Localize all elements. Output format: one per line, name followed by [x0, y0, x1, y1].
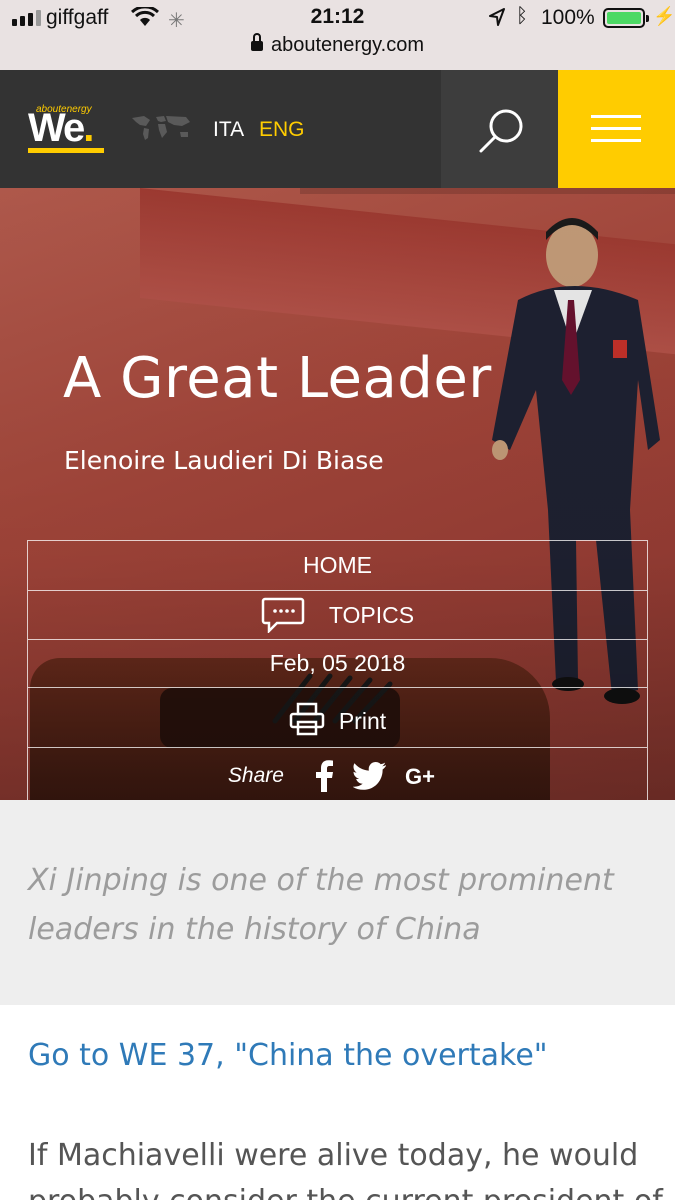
chat-icon	[261, 597, 305, 633]
article-meta-box: HOME TOPICS Feb, 05 2018 Print Share G+	[27, 540, 648, 800]
bluetooth-icon: ᛒ	[516, 5, 528, 27]
lock-icon	[250, 33, 263, 52]
print-label: Print	[338, 708, 387, 734]
twitter-icon[interactable]	[352, 761, 387, 790]
language-ita-link[interactable]: ITA	[213, 118, 244, 142]
location-icon	[489, 8, 505, 31]
article-body: If Machiavelli were alive today, he woul…	[28, 1138, 663, 1200]
site-header: aboutenergy We. ITA ENG	[0, 70, 675, 188]
article-date: Feb, 05 2018	[28, 639, 647, 687]
address-bar[interactable]: aboutenergy.com	[0, 33, 675, 64]
topics-label: TOPICS	[328, 602, 415, 628]
share-row: Share G+	[28, 747, 647, 800]
site-logo[interactable]: aboutenergy We.	[28, 104, 108, 154]
search-button[interactable]	[441, 70, 558, 188]
battery-icon	[603, 8, 649, 28]
url-text: aboutenergy.com	[270, 34, 425, 56]
world-map-icon[interactable]	[130, 112, 192, 147]
intro-text: Xi Jinping is one of the most prominent …	[28, 863, 614, 947]
home-link[interactable]: HOME	[28, 541, 647, 590]
battery-percentage: 100%	[541, 6, 595, 29]
facebook-icon[interactable]	[314, 760, 334, 792]
topics-link[interactable]: TOPICS	[28, 590, 647, 639]
menu-button[interactable]	[558, 70, 675, 188]
charging-icon: ⚡	[653, 6, 675, 26]
google-plus-icon[interactable]: G+	[405, 764, 441, 788]
magazine-link[interactable]: Go to WE 37, "China the overtake"	[28, 1038, 548, 1073]
svg-text:G+: G+	[405, 764, 435, 788]
article-author[interactable]: Elenoire Laudieri Di Biase	[64, 446, 384, 475]
article-intro: Xi Jinping is one of the most prominent …	[0, 800, 675, 1005]
language-eng-link[interactable]: ENG	[259, 118, 305, 142]
print-icon	[289, 702, 325, 736]
browser-status-bar: giffgaff ✳ 21:12 ᛒ 100% ⚡ aboutenergy.co…	[0, 0, 675, 70]
share-label: Share	[227, 763, 284, 787]
article-hero: A Great Leader Elenoire Laudieri Di Bias…	[0, 188, 675, 800]
article-title: A Great Leader	[63, 346, 492, 411]
search-icon	[479, 109, 523, 153]
print-button[interactable]: Print	[28, 687, 647, 747]
